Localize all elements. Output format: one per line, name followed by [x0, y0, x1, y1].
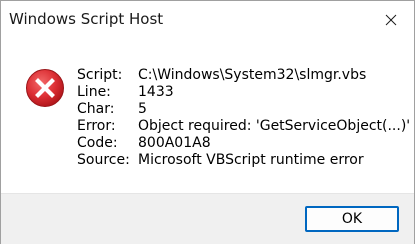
error-icon	[26, 69, 64, 107]
dialog-content: Script: C:\Windows\System32\slmgr.vbs Li…	[1, 39, 414, 193]
source-row: Source: Microsoft VBScript runtime error	[77, 152, 410, 169]
window-title: Windows Script Host	[9, 10, 164, 28]
error-details: Script: C:\Windows\System32\slmgr.vbs Li…	[77, 67, 410, 169]
title-bar[interactable]: Windows Script Host	[1, 1, 414, 39]
code-row: Code: 800A01A8	[77, 135, 410, 152]
code-label: Code:	[77, 135, 118, 151]
close-button[interactable]	[368, 1, 414, 39]
line-label: Line:	[77, 84, 111, 100]
line-row: Line: 1433	[77, 84, 410, 101]
source-value: Microsoft VBScript runtime error	[138, 152, 364, 168]
line-value: 1433	[138, 84, 174, 100]
error-value: Object required: 'GetServiceObject(...)'	[138, 118, 411, 134]
source-label: Source:	[77, 152, 130, 168]
button-bar: OK	[1, 193, 414, 244]
error-label: Error:	[77, 118, 116, 134]
error-row: Error: Object required: 'GetServiceObjec…	[77, 118, 410, 135]
script-value: C:\Windows\System32\slmgr.vbs	[138, 67, 367, 83]
char-label: Char:	[77, 101, 115, 117]
script-label: Script:	[77, 67, 123, 83]
script-row: Script: C:\Windows\System32\slmgr.vbs	[77, 67, 410, 84]
ok-button[interactable]: OK	[305, 206, 399, 232]
script-host-dialog: Windows Script Host Script: C:\Windows\S…	[0, 0, 415, 244]
char-row: Char: 5	[77, 101, 410, 118]
close-icon	[385, 14, 397, 26]
code-value: 800A01A8	[138, 135, 211, 151]
char-value: 5	[138, 101, 147, 117]
